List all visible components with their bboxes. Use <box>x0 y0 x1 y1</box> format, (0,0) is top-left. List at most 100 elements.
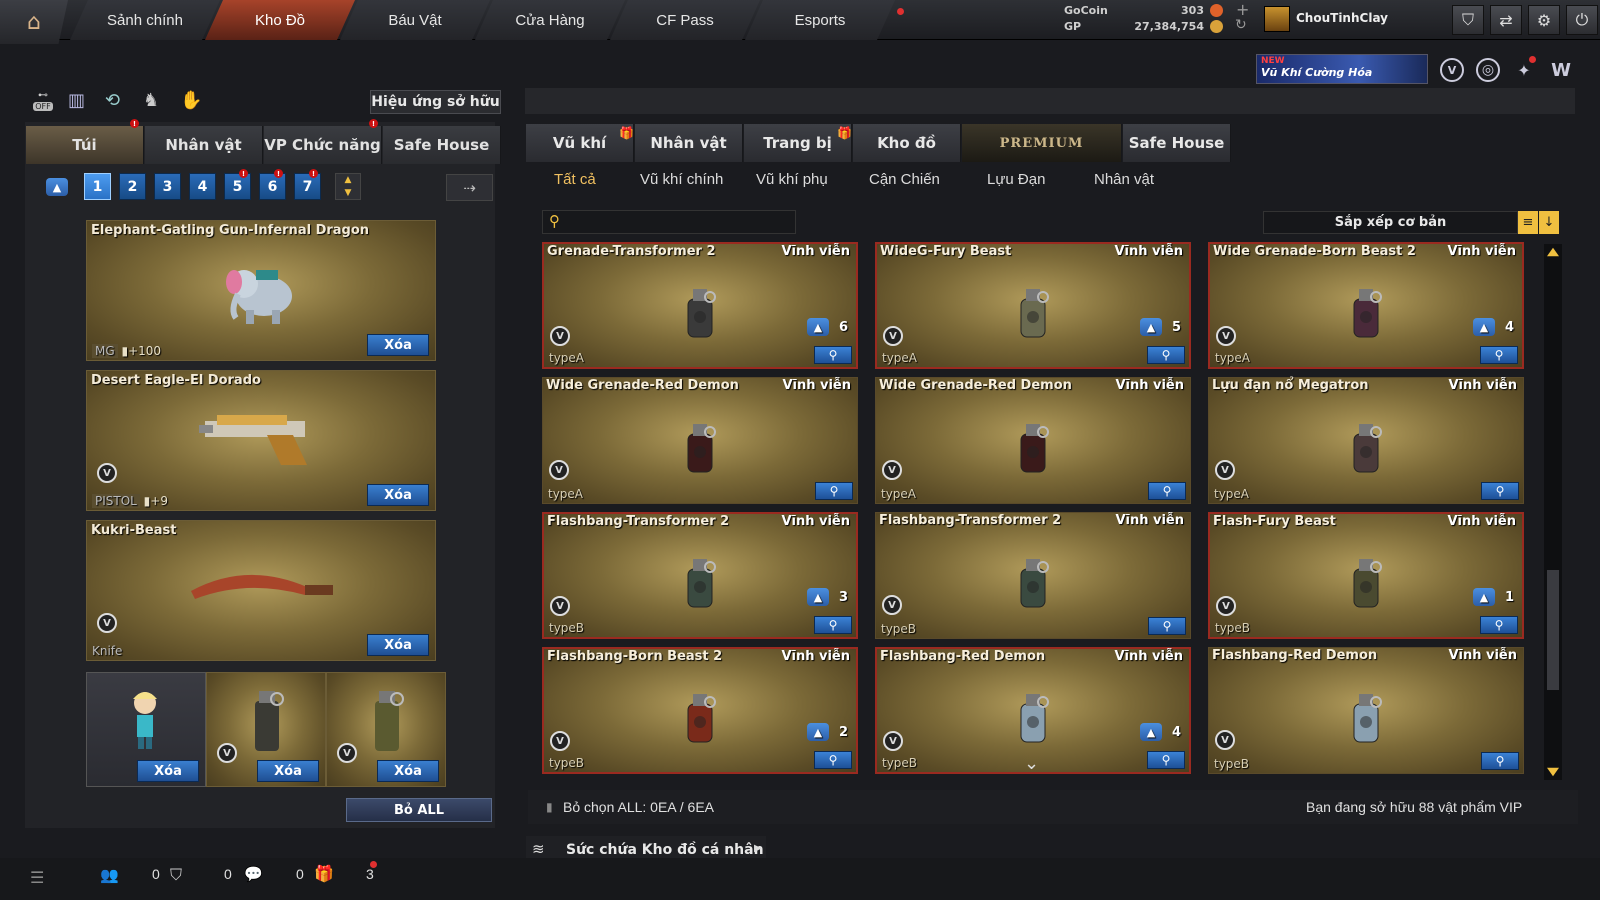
scroll-up-icon[interactable] <box>1547 247 1559 257</box>
subtab-grenade[interactable]: Lựu Đạn <box>987 171 1045 191</box>
page-button-4[interactable]: 4 <box>189 173 216 200</box>
page-button-2[interactable]: 2 <box>119 173 146 200</box>
subtab-primary[interactable]: Vũ khí chính <box>640 171 723 191</box>
delete-button[interactable]: Xóa <box>367 334 429 356</box>
owned-effects-button[interactable]: Hiệu ứng sở hữu <box>370 90 501 114</box>
search-input[interactable] <box>569 213 789 231</box>
grenade-slot[interactable]: V Xóa <box>206 672 326 787</box>
inventory-item-card[interactable]: Flashbang-Born Beast 2 Vĩnh viễn VtypeB ⚲ ▲ 2 <box>542 647 858 774</box>
equipped-slot[interactable]: Elephant-Gatling Gun-Infernal Dragon MG … <box>86 220 436 361</box>
chat-icon[interactable]: 💬 <box>244 865 263 883</box>
vip-icon[interactable]: V <box>1440 58 1464 82</box>
nav-tab-cf-pass[interactable]: CF Pass <box>610 0 760 40</box>
remove-all-button[interactable]: Bỏ ALL <box>346 798 492 822</box>
ranking-icon[interactable]: ▥ <box>68 90 85 111</box>
equipped-slot[interactable]: Kukri-Beast V Knife Xóa <box>86 520 436 661</box>
delete-button[interactable]: Xóa <box>137 760 199 782</box>
tab-character[interactable]: Nhân vật <box>145 126 263 164</box>
inventory-item-card[interactable]: Grenade-Transformer 2 Vĩnh viễn VtypeA ⚲ ▲ 6 <box>542 242 858 369</box>
list-view-icon[interactable]: ≡ <box>1518 211 1538 234</box>
chevron-down-icon[interactable]: ⌄ <box>1024 753 1039 774</box>
friends-icon[interactable]: 👥 <box>100 866 119 884</box>
zoom-icon[interactable]: ⚲ <box>1147 751 1185 769</box>
page-button-1[interactable]: 1 <box>84 173 111 200</box>
tab-bag[interactable]: Túi <box>26 126 144 164</box>
zoom-icon[interactable]: ⚲ <box>815 482 853 500</box>
scroll-thumb[interactable] <box>1547 570 1559 690</box>
tab-equipment[interactable]: Trang bị <box>744 124 852 162</box>
scrollbar[interactable] <box>1544 244 1562 780</box>
page-label: 4 <box>197 178 208 195</box>
zoom-icon[interactable]: ⚲ <box>1481 752 1519 770</box>
tab-safe-house-right[interactable]: Safe House <box>1123 124 1231 162</box>
page-button-6[interactable]: 6 <box>259 173 286 200</box>
nav-tab-inventory[interactable]: Kho Đồ <box>205 0 355 40</box>
zoom-icon[interactable]: ⚲ <box>814 346 852 364</box>
inventory-item-card[interactable]: Lựu đạn nổ Megatron Vĩnh viễn VtypeA ⚲ <box>1208 377 1524 504</box>
inventory-item-card[interactable]: Wide Grenade-Red Demon Vĩnh viễn VtypeA ⚲ <box>542 377 858 504</box>
subtab-character[interactable]: Nhân vật <box>1094 171 1154 191</box>
page-button-5[interactable]: 5 <box>224 173 251 200</box>
power-icon[interactable]: ⏻ <box>1566 5 1598 35</box>
inventory-item-card[interactable]: Flash-Fury Beast Vĩnh viễn VtypeB ⚲ ▲ 1 <box>1208 512 1524 639</box>
zoom-icon[interactable]: ⚲ <box>1148 617 1186 635</box>
tab-weapons[interactable]: Vũ khí <box>526 124 634 162</box>
gift-box-icon[interactable]: 🎁 <box>314 864 334 883</box>
subtab-secondary[interactable]: Vũ khí phụ <box>756 171 828 191</box>
page-scroll-arrows[interactable]: ▲ ▼ <box>335 173 361 200</box>
flashbang-slot[interactable]: V Xóa <box>326 672 446 787</box>
sort-select[interactable]: Sắp xếp cơ bản <box>1263 211 1518 234</box>
shield-icon[interactable]: ⛉ <box>1452 5 1484 35</box>
zoom-icon[interactable]: ⚲ <box>814 751 852 769</box>
tab-characters[interactable]: Nhân vật <box>635 124 743 162</box>
inventory-item-card[interactable]: Flashbang-Transformer 2 Vĩnh viễn VtypeB ⚲ ▲… <box>542 512 858 639</box>
delete-button[interactable]: Xóa <box>367 484 429 506</box>
home-button[interactable]: ⌂ <box>0 0 68 44</box>
page-button-7[interactable]: 7 <box>294 173 321 200</box>
tab-safe-house[interactable]: Safe House <box>383 126 501 164</box>
tab-premium[interactable]: PREMIUM <box>962 124 1122 162</box>
nav-tab-shop[interactable]: Cửa Hàng <box>475 0 625 40</box>
inventory-item-card[interactable]: WideG-Fury Beast Vĩnh viễn VtypeA ⚲ ▲ 5 <box>875 242 1191 369</box>
tab-function-vp[interactable]: VP Chức năng <box>264 126 382 164</box>
nav-tab-treasure[interactable]: Báu Vật <box>340 0 490 40</box>
nav-tab-lobby[interactable]: Sảnh chính <box>70 0 220 40</box>
history-icon[interactable]: ⟲ <box>105 90 120 111</box>
page-button-3[interactable]: 3 <box>154 173 181 200</box>
gear-icon[interactable]: ⚙ <box>1528 5 1560 35</box>
clan-shield-icon[interactable]: ⛉ <box>170 865 182 885</box>
globe-icon[interactable]: ◎ <box>1476 58 1500 82</box>
toggle-off-icon[interactable]: ⊷ OFF <box>30 90 56 116</box>
inventory-item-card[interactable]: Flashbang-Transformer 2 Vĩnh viễn VtypeB ⚲ <box>875 512 1191 639</box>
delete-button[interactable]: Xóa <box>257 760 319 782</box>
zoom-icon[interactable]: ⚲ <box>1480 616 1518 634</box>
menu-icon[interactable]: ☰ <box>30 868 44 887</box>
delete-button[interactable]: Xóa <box>377 760 439 782</box>
inventory-item-card[interactable]: Wide Grenade-Red Demon Vĩnh viễn VtypeA ⚲ <box>875 377 1191 504</box>
inventory-item-card[interactable]: Wide Grenade-Born Beast 2 Vĩnh viễn VtypeA… <box>1208 242 1524 369</box>
zoom-icon[interactable]: ⚲ <box>1480 346 1518 364</box>
zoom-icon[interactable]: ⚲ <box>1481 482 1519 500</box>
tab-storage[interactable]: Kho đồ <box>853 124 961 162</box>
zoom-icon[interactable]: ⚲ <box>814 616 852 634</box>
subtab-all[interactable]: Tất cả <box>554 171 596 191</box>
zoom-icon[interactable]: ⚲ <box>1148 482 1186 500</box>
nav-tab-esports[interactable]: Esports <box>745 0 895 40</box>
exchange-icon[interactable]: ⇄ <box>1490 5 1522 35</box>
search-box[interactable]: ⚲ <box>542 210 796 234</box>
subtab-melee[interactable]: Cận Chiến <box>869 171 940 191</box>
hand-icon[interactable]: ✋ <box>180 90 202 111</box>
sort-direction-icon[interactable]: ↓ <box>1539 211 1559 234</box>
character-slot[interactable]: Xóa <box>86 672 206 787</box>
scroll-down-icon[interactable] <box>1547 767 1559 777</box>
delete-button[interactable]: Xóa <box>367 634 429 656</box>
equipped-slot[interactable]: Desert Eagle-El Dorado V PISTOL ▮+9 Xóa <box>86 370 436 511</box>
w-logo-icon[interactable]: W <box>1548 58 1574 82</box>
transfer-icon[interactable]: ⇢ <box>446 174 493 201</box>
character-icon[interactable]: ♞ <box>143 90 159 111</box>
inventory-item-card[interactable]: Flashbang-Red Demon Vĩnh viễn VtypeB ⚲ <box>1208 647 1524 774</box>
refresh-icon[interactable]: ↻ <box>1235 17 1247 33</box>
zoom-icon[interactable]: ⚲ <box>1147 346 1185 364</box>
enhance-weapon-banner[interactable]: NEW Vũ Khí Cường Hóa <box>1256 54 1428 84</box>
deselect-all-text[interactable]: Bỏ chọn ALL: 0EA / 6EA <box>563 799 714 815</box>
